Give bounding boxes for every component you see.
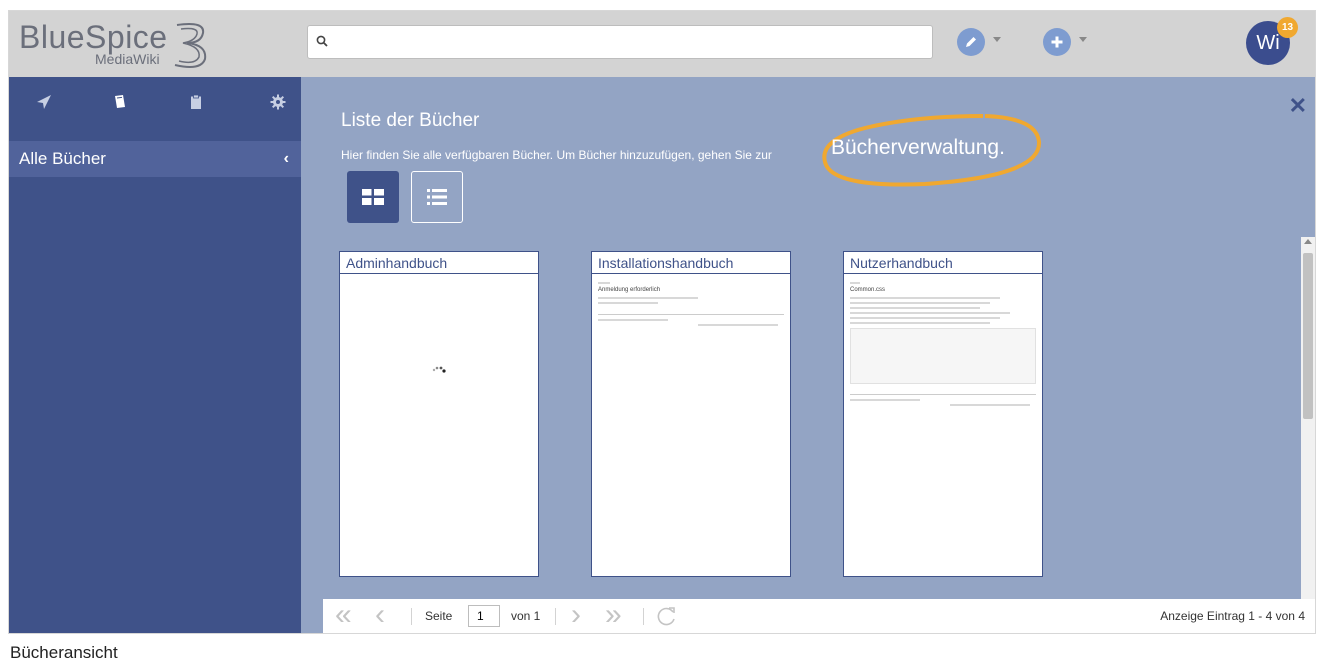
plus-icon (1051, 36, 1063, 48)
logo-subtext: MediaWiki (95, 51, 160, 67)
page-description: Hier finden Sie alle verfügbaren Bücher.… (341, 148, 772, 162)
close-icon[interactable]: ✕ (1289, 93, 1307, 119)
logo-version-icon (174, 23, 207, 68)
book-title: Installationshandbuch (592, 252, 790, 274)
top-bar: BlueSpice MediaWiki Wi 13 (9, 11, 1315, 77)
pager-divider (555, 608, 556, 625)
navigation-icon (37, 95, 51, 109)
book-title: Nutzerhandbuch (844, 252, 1042, 274)
search-box[interactable] (307, 25, 933, 59)
notification-count: 13 (1281, 22, 1294, 33)
grid-view-button[interactable] (347, 171, 399, 223)
books-tool-button[interactable] (109, 91, 131, 113)
add-menu-caret-icon[interactable] (1079, 37, 1087, 42)
vertical-scrollbar[interactable] (1301, 237, 1315, 607)
navigation-tool-button[interactable] (33, 91, 55, 113)
book-card[interactable]: Nutzerhandbuch Common.css (843, 251, 1043, 577)
books-icon (115, 95, 125, 108)
clipboard-icon (191, 94, 201, 109)
figure-caption: Bücheransicht (10, 643, 118, 662)
sidebar: Alle Bücher ‹ (9, 77, 301, 633)
page-title: Liste der Bücher (341, 110, 480, 131)
sidebar-toolbar (9, 77, 301, 127)
main-content: ✕ Liste der Bücher Hier finden Sie alle … (301, 77, 1315, 633)
first-page-icon[interactable]: « (335, 600, 352, 630)
sidebar-panel-title: Alle Bücher (19, 149, 106, 168)
collapse-icon[interactable]: ‹ (284, 150, 289, 168)
next-page-icon[interactable]: › (571, 600, 581, 630)
clipboard-tool-button[interactable] (185, 91, 207, 113)
sidebar-panel-header: Alle Bücher ‹ (9, 141, 301, 177)
scroll-thumb[interactable] (1303, 253, 1313, 419)
pager-status: Anzeige Eintrag 1 - 4 von 4 (1160, 609, 1305, 623)
edit-menu-button[interactable] (957, 28, 985, 56)
book-preview: Anmeldung erforderlich (598, 282, 784, 329)
page-label: Seite (425, 609, 453, 623)
book-preview: Common.css (850, 282, 1036, 409)
refresh-icon[interactable] (657, 606, 677, 626)
book-preview-heading: Anmeldung erforderlich (598, 287, 661, 293)
book-title: Adminhandbuch (340, 252, 538, 274)
edit-menu-caret-icon[interactable] (993, 37, 1001, 42)
pager-divider (411, 608, 412, 625)
list-view-icon (427, 189, 447, 205)
book-manager-link-suffix: . (999, 136, 1005, 159)
search-input[interactable] (334, 30, 928, 56)
settings-tool-button[interactable] (267, 91, 289, 113)
book-card[interactable]: Adminhandbuch (339, 251, 539, 577)
page-count-label: von 1 (511, 609, 541, 623)
last-page-icon[interactable]: » (605, 600, 622, 630)
gear-icon (270, 94, 286, 110)
previous-page-icon[interactable]: ‹ (375, 600, 385, 630)
pencil-icon (966, 37, 976, 47)
add-menu-button[interactable] (1043, 28, 1071, 56)
book-card[interactable]: Installationshandbuch Anmeldung erforder… (591, 251, 791, 577)
book-manager-link[interactable]: Bücherverwaltung (831, 136, 999, 159)
book-manager-link-container: Bücherverwaltung. (831, 136, 1005, 160)
user-initials: Wi (1256, 31, 1280, 54)
loading-spinner-icon (432, 366, 446, 373)
grid-view-icon (362, 189, 384, 205)
pagination-bar: « ‹ Seite von 1 › » Anzeige Eintrag 1 - … (323, 599, 1315, 633)
scroll-up-icon[interactable] (1304, 239, 1312, 244)
search-icon (316, 35, 328, 47)
book-preview-heading: Common.css (850, 287, 886, 293)
app-frame: BlueSpice MediaWiki Wi 13 Alle Bücher ‹ … (8, 10, 1316, 634)
logo[interactable]: BlueSpice MediaWiki (19, 19, 209, 71)
notification-badge[interactable]: 13 (1277, 17, 1298, 38)
page-number-input[interactable] (468, 605, 500, 627)
pager-divider (643, 608, 644, 625)
list-view-button[interactable] (411, 171, 463, 223)
